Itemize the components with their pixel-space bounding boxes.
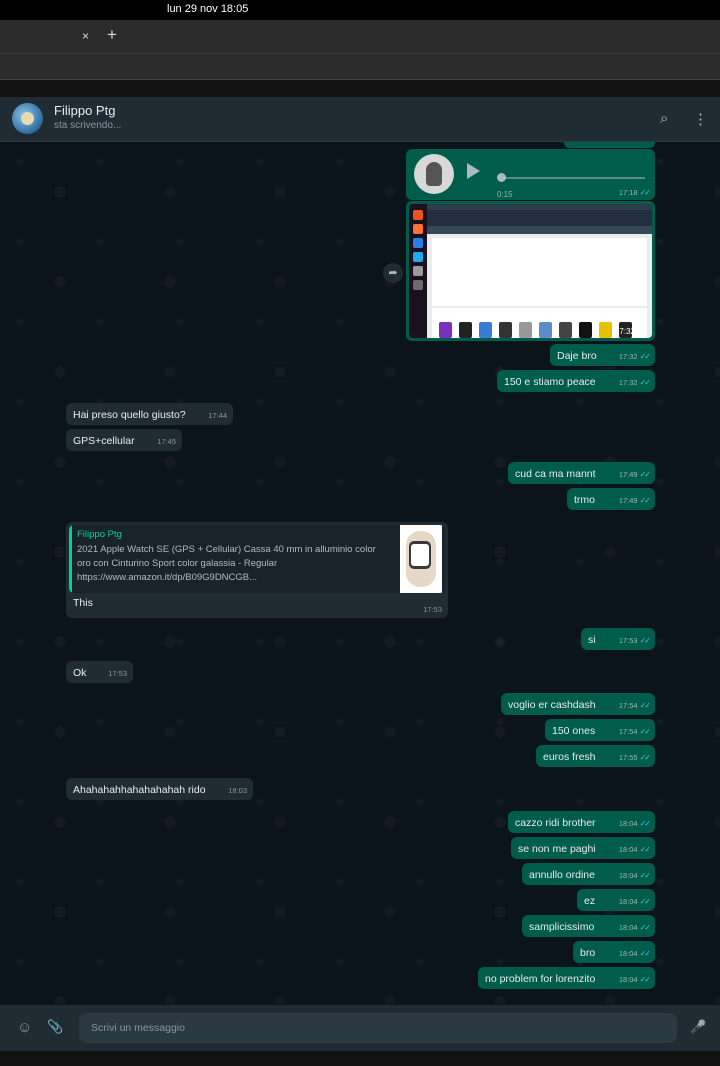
message-bubble[interactable]: bro 18:04 ✓✓ xyxy=(573,941,655,963)
message-time: 17:49 ✓✓ xyxy=(618,496,651,505)
quoted-link-preview[interactable]: Filippo Ptg 2021 Apple Watch SE (GPS + C… xyxy=(69,525,445,593)
message-bubble[interactable]: ez 18:04 ✓✓ xyxy=(577,889,655,911)
message-text: si xyxy=(588,634,596,646)
message-time: 17:45 xyxy=(157,437,176,446)
message-text: euros fresh xyxy=(543,751,596,763)
message-time: 17:54 ✓✓ xyxy=(618,727,651,736)
chat-header: Filippo Ptg sta scrivendo... ⌕ ⋮ xyxy=(0,97,720,142)
message-text: 150 ones xyxy=(552,725,596,737)
message-text: cazzo ridi brother xyxy=(515,817,596,829)
quoted-message-bubble[interactable]: Filippo Ptg 2021 Apple Watch SE (GPS + C… xyxy=(66,522,448,618)
message-text: no problem for lorenzito xyxy=(485,973,596,985)
message-time: 18:04 ✓✓ xyxy=(618,897,651,906)
message-bubble[interactable]: cazzo ridi brother 18:04 ✓✓ xyxy=(508,811,655,833)
message-time: 17:53 xyxy=(108,669,127,678)
chat-messages[interactable]: 0:15 17:18 ✓✓ ➦ 17:32 Daje bro 17:32 ✓✓ … xyxy=(0,142,720,1004)
message-bubble[interactable]: no problem for lorenzito 18:04 ✓✓ xyxy=(478,967,655,989)
voice-progress-knob[interactable] xyxy=(497,173,506,182)
message-time: 18:04 ✓✓ xyxy=(618,871,651,880)
message-text: samplicissimo xyxy=(529,921,595,933)
voice-duration: 0:15 xyxy=(497,190,513,199)
typing-status: sta scrivendo... xyxy=(54,120,122,131)
browser-tabbar: × + xyxy=(0,20,720,54)
contact-name[interactable]: Filippo Ptg xyxy=(54,103,115,118)
message-text: Daje bro xyxy=(557,350,597,362)
message-time: 18:04 ✓✓ xyxy=(618,923,651,932)
message-time: 17:49 ✓✓ xyxy=(618,470,651,479)
message-time: 18:03 xyxy=(228,786,247,795)
quote-accent-bar xyxy=(69,525,72,593)
message-time: 18:04 ✓✓ xyxy=(618,845,651,854)
page-gap xyxy=(0,80,720,97)
emoji-icon[interactable]: ☺ xyxy=(17,1019,32,1036)
message-text: cud ca ma mannt xyxy=(515,468,596,480)
menu-icon[interactable]: ⋮ xyxy=(693,110,708,128)
message-bubble[interactable]: 150 e stiamo peace 17:32 ✓✓ xyxy=(497,370,655,392)
voice-sender-avatar xyxy=(414,154,454,194)
forward-icon[interactable]: ➦ xyxy=(383,263,403,283)
message-bubble[interactable]: samplicissimo 18:04 ✓✓ xyxy=(522,915,655,937)
product-thumbnail xyxy=(400,525,442,593)
system-topbar: lun 29 nov 18:05 xyxy=(0,0,720,20)
message-bubble[interactable]: trmo 17:49 ✓✓ xyxy=(567,488,655,510)
message-bubble[interactable]: 150 ones 17:54 ✓✓ xyxy=(545,719,655,741)
contact-avatar[interactable] xyxy=(12,103,43,134)
message-bubble-partial xyxy=(564,142,655,148)
message-time: 17:54 ✓✓ xyxy=(618,701,651,710)
message-time: 17:53 ✓✓ xyxy=(618,636,651,645)
image-message[interactable]: 17:32 xyxy=(406,201,655,341)
message-input[interactable]: Scrivi un messaggio xyxy=(79,1013,677,1043)
photo-dock xyxy=(409,204,427,338)
voice-message[interactable]: 0:15 17:18 ✓✓ xyxy=(406,149,655,200)
message-bubble[interactable]: Daje bro 17:32 ✓✓ xyxy=(550,344,655,366)
message-bubble[interactable]: Ahahahahhahahahahah rido 18:03 xyxy=(66,778,253,800)
system-clock: lun 29 nov 18:05 xyxy=(167,3,249,15)
message-text: Hai preso quello giusto? xyxy=(73,409,186,421)
search-icon[interactable]: ⌕ xyxy=(660,110,668,127)
message-time: 17:55 ✓✓ xyxy=(618,753,651,762)
message-bubble[interactable]: Ok 17:53 xyxy=(66,661,133,683)
new-tab-icon[interactable]: + xyxy=(107,25,117,45)
message-bubble[interactable]: cud ca ma mannt 17:49 ✓✓ xyxy=(508,462,655,484)
message-text: voglio er cashdash xyxy=(508,699,596,711)
browser-toolbar xyxy=(0,54,720,80)
message-text: Ok xyxy=(73,667,87,679)
message-text: Ahahahahhahahahahah rido xyxy=(73,784,206,796)
message-time: 17:32 ✓✓ xyxy=(618,352,651,361)
message-bubble[interactable]: euros fresh 17:55 ✓✓ xyxy=(536,745,655,767)
message-bubble[interactable]: si 17:53 ✓✓ xyxy=(581,628,655,650)
window-bottom-edge xyxy=(0,1051,720,1066)
close-tab-icon[interactable]: × xyxy=(82,29,89,43)
message-text: annullo ordine xyxy=(529,869,595,881)
message-text: 150 e stiamo peace xyxy=(504,376,596,388)
message-text: GPS+cellular xyxy=(73,435,135,447)
message-text: bro xyxy=(580,947,596,959)
message-time: 18:04 ✓✓ xyxy=(618,975,651,984)
message-text: se non me paghi xyxy=(518,843,596,855)
message-bubble[interactable]: voglio er cashdash 17:54 ✓✓ xyxy=(501,693,655,715)
message-bubble[interactable]: se non me paghi 18:04 ✓✓ xyxy=(511,837,655,859)
voice-progress-track[interactable] xyxy=(500,177,645,179)
message-text: ez xyxy=(584,895,596,907)
message-time: 18:04 ✓✓ xyxy=(618,819,651,828)
quote-text: 2021 Apple Watch SE (GPS + Cellular) Cas… xyxy=(77,544,376,583)
message-time: 17:18 ✓✓ xyxy=(618,188,651,197)
message-time: 17:32 ✓✓ xyxy=(618,378,651,387)
screenshot-photo[interactable] xyxy=(409,204,652,338)
message-bubble[interactable]: annullo ordine 18:04 ✓✓ xyxy=(522,863,655,885)
message-time: 17:44 xyxy=(208,411,227,420)
photo-webpage xyxy=(427,210,652,338)
message-composer: ☺ 📎 Scrivi un messaggio 🎤 xyxy=(0,1005,720,1051)
microphone-icon[interactable]: 🎤 xyxy=(690,1019,706,1035)
attach-icon[interactable]: 📎 xyxy=(47,1019,63,1035)
play-icon[interactable] xyxy=(467,163,480,179)
message-text: trmo xyxy=(574,494,595,506)
quote-author: Filippo Ptg xyxy=(77,529,122,540)
message-bubble[interactable]: GPS+cellular 17:45 xyxy=(66,429,182,451)
message-time: 18:04 ✓✓ xyxy=(618,949,651,958)
message-time: 17:32 xyxy=(614,327,635,336)
message-time: 17:53 xyxy=(423,605,442,614)
message-bubble[interactable]: Hai preso quello giusto? 17:44 xyxy=(66,403,233,425)
reply-text: This xyxy=(73,597,93,609)
